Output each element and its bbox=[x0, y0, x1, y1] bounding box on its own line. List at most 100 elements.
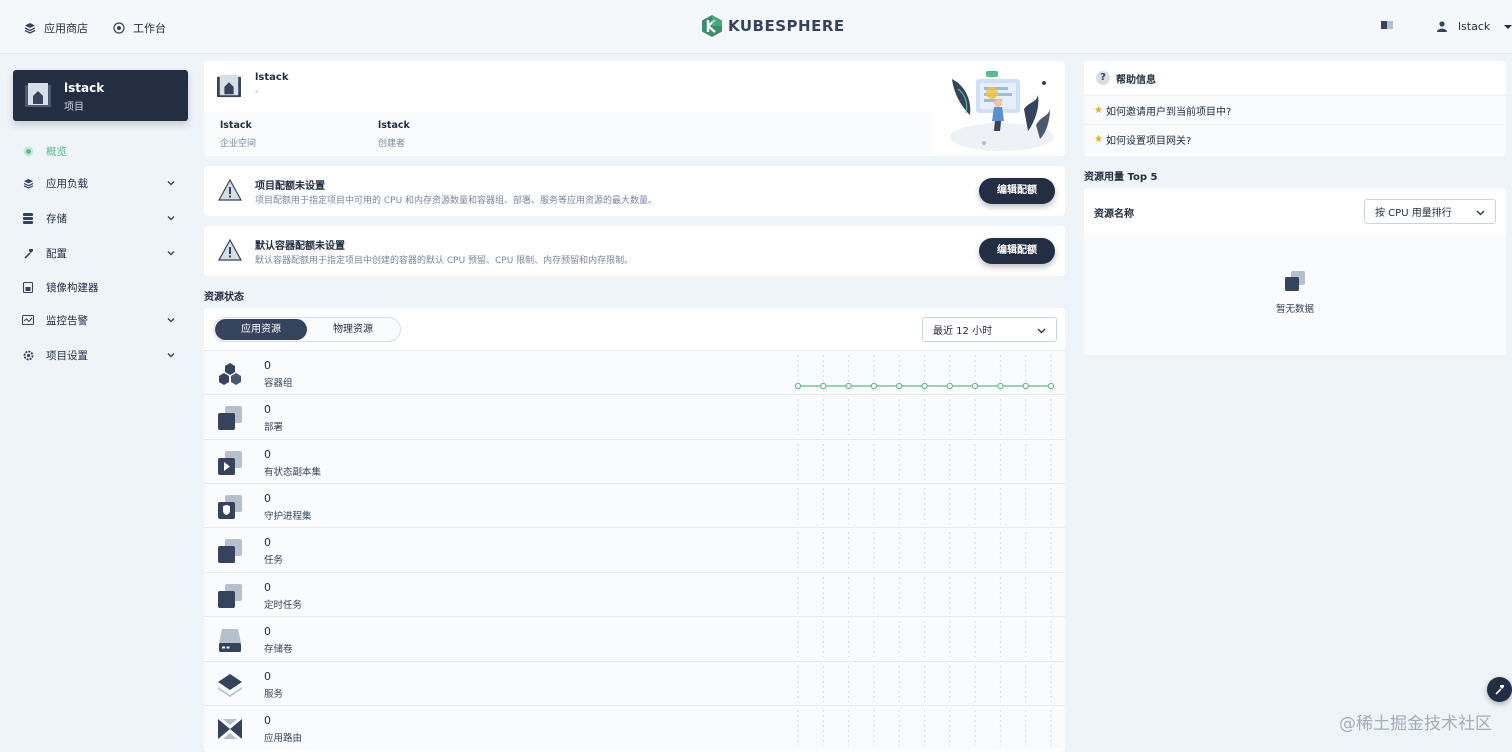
chevron-down-icon bbox=[167, 353, 175, 358]
time-range-value: 最近 12 小时 bbox=[933, 326, 993, 337]
user-icon bbox=[1437, 21, 1447, 32]
resource-status-card: 应用资源 物理资源 最近 12 小时 0 容器组 0 部署 0 有状态副本集 0… bbox=[204, 308, 1065, 752]
chevron-down-icon bbox=[1504, 24, 1512, 29]
resource-row-statefulset[interactable]: 0 有状态副本集 bbox=[204, 439, 1065, 483]
chevron-down-icon bbox=[1476, 210, 1485, 215]
project-illustration bbox=[950, 71, 1054, 151]
time-range-select[interactable]: 最近 12 小时 bbox=[922, 317, 1057, 342]
ingress-icon bbox=[218, 719, 242, 739]
sparkline-point bbox=[870, 382, 878, 390]
tab-app-resources[interactable]: 应用资源 bbox=[215, 319, 307, 340]
edit-default-quota-button[interactable]: 编辑配额 bbox=[979, 238, 1055, 264]
help-link-invite-user[interactable]: ★ 如何邀请用户到当前项目中? bbox=[1084, 95, 1506, 125]
theme-toggle[interactable] bbox=[1381, 20, 1393, 30]
resource-sparkline bbox=[797, 532, 1052, 568]
cronjob-icon bbox=[218, 584, 242, 608]
resource-label: 定时任务 bbox=[264, 600, 303, 611]
sidebar-item-storage[interactable]: 存储 bbox=[22, 208, 182, 228]
project-quota-card: 项目配额未设置 项目配额用于指定项目中可用的 CPU 和内存资源数量和容器组、部… bbox=[204, 166, 1065, 216]
resource-sparkline bbox=[797, 666, 1052, 702]
chevron-down-icon bbox=[167, 181, 175, 186]
default-quota-title: 默认容器配额未设置 bbox=[255, 241, 345, 252]
layout-toggle-icon bbox=[1381, 21, 1393, 29]
sidebar-item-config[interactable]: 配置 bbox=[22, 243, 182, 263]
sidebar-item-label: 配置 bbox=[46, 247, 67, 260]
watermark: @稀土掘金技术社区 bbox=[1339, 714, 1492, 734]
project-info-card: lstack - lstack 企业空间 lstack 创建者 bbox=[204, 61, 1065, 156]
top5-title: 资源用量 Top 5 bbox=[1084, 172, 1158, 183]
resource-sparkline bbox=[797, 444, 1052, 480]
resource-row-deployment[interactable]: 0 部署 bbox=[204, 394, 1065, 438]
app-workload-icon bbox=[22, 177, 34, 189]
quota-title: 项目配额未设置 bbox=[255, 181, 325, 192]
kubesphere-logo-icon bbox=[702, 15, 722, 37]
resource-row-volume[interactable]: 0 存储卷 bbox=[204, 616, 1065, 660]
workbench-icon bbox=[113, 22, 125, 34]
default-quota-description: 默认容器配额用于指定项目中创建的容器的默认 CPU 预留、CPU 限制、内存预留… bbox=[255, 256, 634, 266]
project-info-footer bbox=[204, 112, 932, 156]
resource-label: 守护进程集 bbox=[264, 511, 312, 522]
resource-label: 服务 bbox=[264, 689, 284, 700]
deployment-icon bbox=[218, 406, 242, 430]
resource-row-service[interactable]: 0 服务 bbox=[204, 661, 1065, 705]
hint-emoji-icon: ★ bbox=[1094, 134, 1103, 145]
chevron-down-icon bbox=[167, 318, 175, 323]
sparkline-point bbox=[896, 382, 903, 390]
resource-sparkline bbox=[797, 399, 1052, 435]
toolbox-button[interactable] bbox=[1487, 677, 1512, 702]
sidebar-item-monitoring[interactable]: 监控告警 bbox=[22, 310, 182, 330]
app-store-label: 应用商店 bbox=[44, 22, 88, 35]
app-store-link[interactable]: 应用商店 bbox=[24, 20, 88, 36]
resource-label: 部署 bbox=[264, 422, 284, 433]
sparkline-point bbox=[845, 382, 852, 390]
image-builder-icon bbox=[22, 281, 34, 293]
question-icon: ? bbox=[1096, 71, 1110, 85]
resource-label: 存储卷 bbox=[264, 644, 293, 655]
workbench-label: 工作台 bbox=[133, 22, 166, 35]
workbench-link[interactable]: 工作台 bbox=[113, 20, 166, 36]
warning-icon bbox=[218, 179, 242, 201]
user-menu[interactable]: lstack bbox=[1437, 20, 1512, 33]
hammer-icon bbox=[1495, 685, 1504, 695]
resource-row-daemonset[interactable]: 0 守护进程集 bbox=[204, 483, 1065, 527]
help-card: ? 帮助信息 ★ 如何邀请用户到当前项目中? ★ 如何设置项目网关? bbox=[1084, 61, 1506, 156]
sidebar-item-project-settings[interactable]: 项目设置 bbox=[22, 345, 182, 365]
empty-data-text: 暂无数据 bbox=[1275, 304, 1314, 315]
resource-value: 0 bbox=[264, 492, 271, 505]
sparkline-point bbox=[921, 382, 928, 390]
sidebar-item-app-workload[interactable]: 应用负载 bbox=[22, 173, 182, 193]
sidebar-item-label: 监控告警 bbox=[46, 314, 88, 327]
pods-icon bbox=[219, 363, 241, 385]
resource-row-job[interactable]: 0 任务 bbox=[204, 527, 1065, 571]
sparkline-point bbox=[946, 382, 953, 390]
resource-row-cronjob[interactable]: 0 定时任务 bbox=[204, 572, 1065, 616]
warning-icon bbox=[218, 239, 242, 261]
project-card[interactable]: lstack 项目 bbox=[13, 70, 188, 121]
resource-value: 0 bbox=[264, 670, 271, 683]
tab-physical-resources[interactable]: 物理资源 bbox=[307, 319, 399, 340]
resource-row-pods[interactable]: 0 容器组 bbox=[204, 350, 1065, 394]
top-bar: 应用商店 工作台 KUBESPHERE lstack bbox=[0, 0, 1512, 54]
workspace-value: lstack bbox=[220, 120, 252, 131]
kubesphere-logo[interactable]: KUBESPHERE bbox=[702, 15, 845, 37]
sidebar-item-overview[interactable]: 概览 bbox=[22, 141, 182, 161]
sidebar-item-label: 存储 bbox=[46, 212, 67, 225]
sidebar-item-image-builder[interactable]: 镜像构建器 bbox=[22, 277, 182, 297]
resource-sparkline bbox=[797, 710, 1052, 746]
chevron-down-icon bbox=[1037, 328, 1046, 333]
edit-quota-button[interactable]: 编辑配额 bbox=[979, 178, 1055, 204]
help-link-gateway[interactable]: ★ 如何设置项目网关? bbox=[1084, 124, 1506, 154]
resource-status-title: 资源状态 bbox=[204, 292, 244, 303]
statefulset-icon bbox=[218, 451, 242, 475]
top5-card: 资源名称 按 CPU 用量排行 暂无数据 bbox=[1084, 188, 1506, 355]
resource-sparkline bbox=[794, 355, 1054, 391]
sort-select[interactable]: 按 CPU 用量排行 bbox=[1364, 199, 1496, 224]
user-name: lstack bbox=[1458, 20, 1491, 33]
resource-value: 0 bbox=[264, 403, 271, 416]
resource-tabs: 应用资源 物理资源 bbox=[213, 317, 401, 342]
resource-sparkline bbox=[797, 488, 1052, 524]
resource-label: 应用路由 bbox=[264, 733, 303, 744]
chevron-down-icon bbox=[167, 251, 175, 256]
sort-value: 按 CPU 用量排行 bbox=[1375, 208, 1452, 219]
resource-row-ingress[interactable]: 0 应用路由 bbox=[204, 705, 1065, 749]
